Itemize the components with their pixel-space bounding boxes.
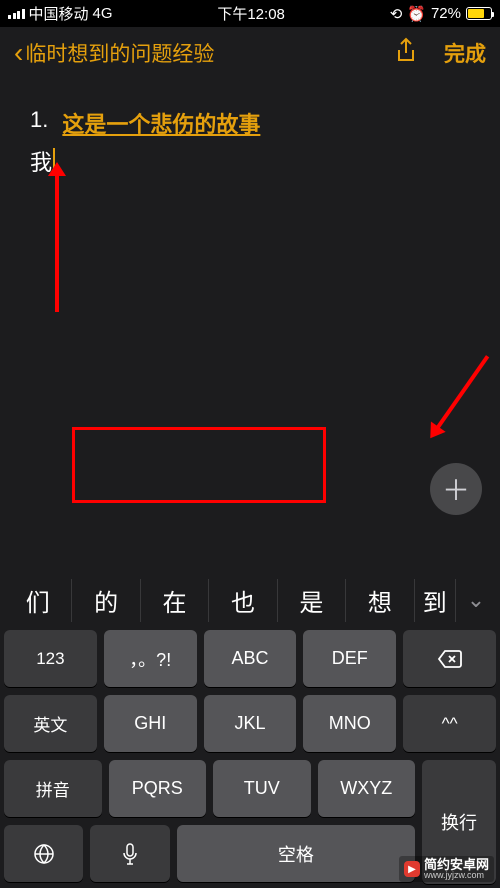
key-jkl[interactable]: JKL <box>204 695 297 752</box>
annotation-red-box <box>72 427 326 503</box>
chevron-left-icon: ‹ <box>14 37 23 69</box>
watermark-url: www.jyjzw.com <box>424 871 489 880</box>
collapse-suggestions-button[interactable]: ⌄ <box>456 587 496 613</box>
key-tuv[interactable]: TUV <box>213 760 311 817</box>
suggestion-item[interactable]: 们 <box>4 579 72 622</box>
key-punct[interactable]: ，。?! <box>104 630 197 687</box>
key-english[interactable]: 英文 <box>4 695 97 752</box>
key-pqrs[interactable]: PQRS <box>109 760 207 817</box>
plus-icon: ＋ <box>442 469 470 509</box>
suggestion-item[interactable]: 是 <box>278 579 346 622</box>
key-ghi[interactable]: GHI <box>104 695 197 752</box>
list-item: 1. 这是一个悲伤的故事 <box>30 107 470 139</box>
list-number: 1. <box>30 107 48 139</box>
globe-icon <box>33 843 55 865</box>
battery-pct: 72% <box>431 5 461 22</box>
battery-icon <box>466 7 492 20</box>
suggestion-item[interactable]: 在 <box>141 579 209 622</box>
watermark-badge-icon: ▶ <box>404 861 420 877</box>
status-bar: 中国移动 4G 下午12:08 ⟲ ⏰ 72% <box>0 0 500 27</box>
network-label: 4G <box>93 5 113 22</box>
suggestion-item[interactable]: 的 <box>72 579 140 622</box>
carrier-label: 中国移动 <box>29 3 89 24</box>
key-numbers[interactable]: 123 <box>4 630 97 687</box>
back-button[interactable]: ‹ 临时想到的问题经验 <box>14 37 214 69</box>
key-abc[interactable]: ABC <box>204 630 297 687</box>
status-time: 下午12:08 <box>217 3 285 24</box>
done-button[interactable]: 完成 <box>444 38 486 68</box>
alarm-icon: ⏰ <box>407 5 426 23</box>
annotation-arrow-up <box>55 172 59 312</box>
status-right: ⟲ ⏰ 72% <box>390 5 492 23</box>
key-mic[interactable] <box>90 825 169 882</box>
key-caret[interactable]: ^^ <box>403 695 496 752</box>
key-def[interactable]: DEF <box>303 630 396 687</box>
key-globe[interactable] <box>4 825 83 882</box>
suggestion-item[interactable]: 到 <box>415 579 456 622</box>
rotation-lock-icon: ⟲ <box>390 5 403 23</box>
list-text: 这是一个悲伤的故事 <box>62 107 260 139</box>
status-left: 中国移动 4G <box>8 3 113 24</box>
key-delete[interactable] <box>403 630 496 687</box>
key-mno[interactable]: MNO <box>303 695 396 752</box>
delete-icon <box>437 649 463 669</box>
nav-bar: ‹ 临时想到的问题经验 完成 <box>0 27 500 79</box>
key-pinyin[interactable]: 拼音 <box>4 760 102 817</box>
typed-line: 我 <box>30 145 470 177</box>
signal-icon <box>8 9 25 19</box>
key-space[interactable]: 空格 <box>177 825 415 882</box>
chevron-down-icon: ⌄ <box>467 587 485 613</box>
suggestion-row: 们 的 在 也 是 想 到 ⌄ <box>0 576 500 624</box>
back-label: 临时想到的问题经验 <box>25 38 214 68</box>
key-wxyz[interactable]: WXYZ <box>318 760 416 817</box>
suggestion-item[interactable]: 想 <box>346 579 414 622</box>
suggestion-item[interactable]: 也 <box>209 579 277 622</box>
watermark: ▶ 简约安卓网 www.jyjzw.com <box>399 856 494 882</box>
keyboard: 们 的 在 也 是 想 到 ⌄ 123 ，。?! ABC DEF 英文 GHI … <box>0 566 500 888</box>
add-button[interactable]: ＋ <box>430 463 482 515</box>
mic-icon <box>122 843 138 865</box>
share-button[interactable] <box>394 37 418 70</box>
